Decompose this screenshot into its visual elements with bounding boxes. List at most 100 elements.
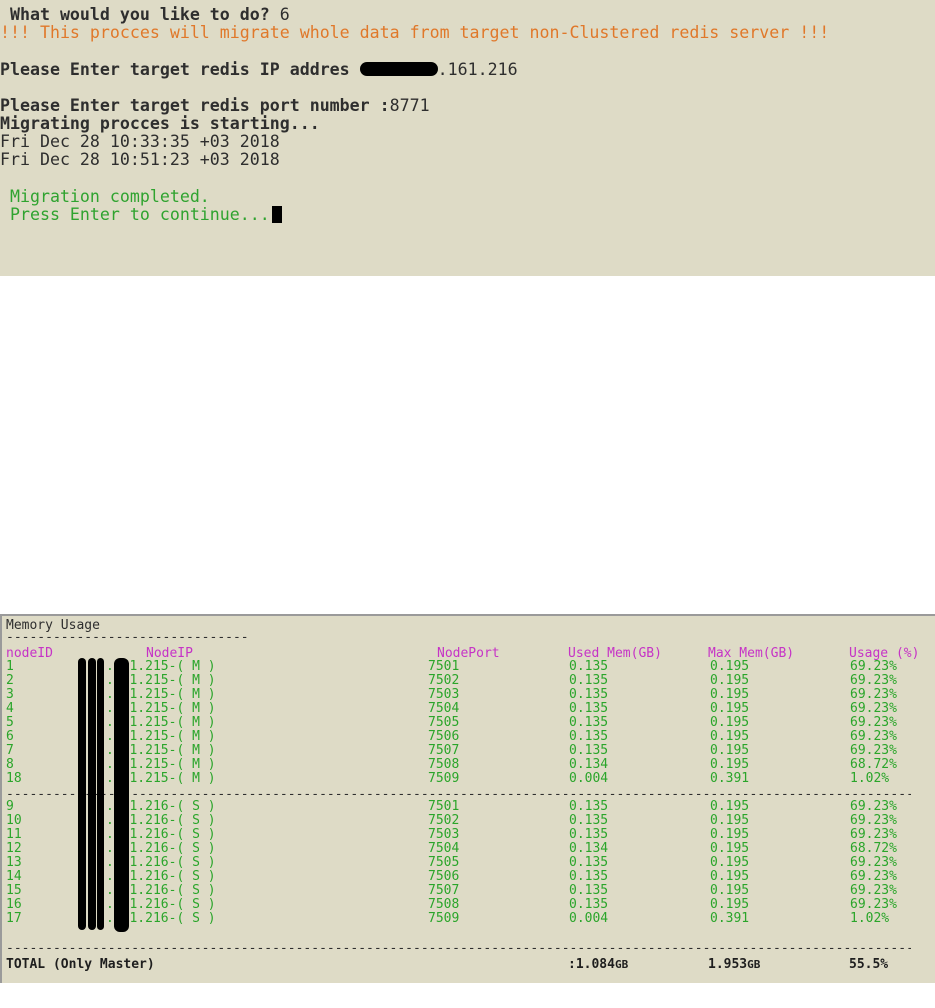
cell-port: 7503 [428,687,460,702]
cell-used: 0.135 [569,813,609,828]
cell-id: 6 [6,729,14,744]
redacted-ip-mark [359,62,438,76]
cell-id: 16 [6,897,22,912]
cell-max: 0.195 [710,897,750,912]
cell-port: 7507 [428,883,460,898]
migration-warning: !!! This procces will migrate whole data… [0,23,830,42]
cell-usage: 69.23% [850,729,897,744]
cell-id: 15 [6,883,22,898]
cell-port: 7506 [428,729,460,744]
cell-max: 0.195 [710,729,750,744]
cell-id: 12 [6,841,22,856]
total-used-unit: GB [614,958,629,971]
cell-usage: 69.23% [850,659,897,674]
total-usage: 55.5% [849,957,889,972]
cell-id: 7 [6,743,14,758]
cell-usage: 69.23% [850,687,897,702]
cell-id: 18 [6,771,22,786]
cell-id: 17 [6,911,22,926]
total-max: 1.953GB [708,958,760,972]
cell-id: 9 [6,799,14,814]
cell-usage: 69.23% [850,799,897,814]
cell-port: 7509 [428,911,460,926]
title-underline: ------------------------------- [6,630,249,645]
cell-id: 8 [6,757,14,772]
cell-id: 11 [6,827,22,842]
port-prompt-line: Please Enter target redis port number :8… [0,96,430,115]
cell-used: 0.135 [569,687,609,702]
cell-usage: 1.02% [850,911,890,926]
cell-port: 7502 [428,673,460,688]
redaction-bar [88,658,96,930]
cell-usage: 69.23% [850,673,897,688]
press-enter-line: Press Enter to continue... [0,205,282,224]
cell-id: 14 [6,869,22,884]
cell-port: 7505 [428,715,460,730]
cell-port: 7503 [428,827,460,842]
cell-id: 13 [6,855,22,870]
cell-port: 7508 [428,757,460,772]
cell-max: 0.195 [710,687,750,702]
cell-used: 0.004 [569,771,609,786]
cell-used: 0.135 [569,855,609,870]
total-max-value: 1.953 [708,957,748,972]
cell-used: 0.134 [569,757,609,772]
cell-usage: 69.23% [850,743,897,758]
cell-usage: 69.23% [850,869,897,884]
cell-max: 0.195 [710,827,750,842]
cell-used: 0.134 [569,841,609,856]
ip-suffix: .161.216 [437,60,518,79]
cell-used: 0.004 [569,911,609,926]
cell-port: 7502 [428,813,460,828]
port-prompt: Please Enter target redis port number : [0,96,390,115]
cell-id: 2 [6,673,14,688]
total-used-value: :1.084 [568,957,615,972]
cell-usage: 68.72% [850,757,897,772]
cell-used: 0.135 [569,897,609,912]
cell-port: 7501 [428,659,460,674]
cell-usage: 69.23% [850,715,897,730]
cell-max: 0.195 [710,883,750,898]
cell-port: 7505 [428,855,460,870]
cell-max: 0.195 [710,841,750,856]
menu-choice: 6 [279,5,290,24]
cell-usage: 69.23% [850,827,897,842]
cell-id: 4 [6,701,14,716]
cell-port: 7504 [428,841,460,856]
cell-used: 0.135 [569,799,609,814]
cell-max: 0.195 [710,813,750,828]
cell-max: 0.195 [710,673,750,688]
cell-used: 0.135 [569,701,609,716]
migration-starting: Migrating procces is starting... [0,114,320,133]
cell-usage: 68.72% [850,841,897,856]
migration-completed: Migration completed. [0,187,210,206]
ip-prompt-line: Please Enter target redis IP addres .161… [0,60,518,79]
cell-used: 0.135 [569,659,609,674]
cell-max: 0.195 [710,743,750,758]
cell-max: 0.195 [710,701,750,716]
cell-usage: 1.02% [850,771,890,786]
cell-port: 7506 [428,869,460,884]
migration-terminal[interactable]: What would you like to do? 6 !!! This pr… [0,0,935,276]
cell-usage: 69.23% [850,897,897,912]
total-label: TOTAL (Only Master) [6,957,155,972]
cell-id: 5 [6,715,14,730]
cell-max: 0.195 [710,799,750,814]
cell-used: 0.135 [569,827,609,842]
port-value: 8771 [389,96,430,115]
terminal-cursor [271,206,282,223]
cell-port: 7507 [428,743,460,758]
menu-prompt-line: What would you like to do? 6 [0,5,290,24]
cell-max: 0.195 [710,757,750,772]
memory-usage-terminal[interactable]: Memory Usage ---------------------------… [0,614,935,983]
cell-usage: 69.23% [850,813,897,828]
ip-prompt: Please Enter target redis IP addres [0,60,360,79]
cell-port: 7504 [428,701,460,716]
press-enter-text: Press Enter to continue... [0,205,270,224]
cell-used: 0.135 [569,883,609,898]
redaction-bar [114,658,129,932]
cell-port: 7508 [428,897,460,912]
cell-usage: 69.23% [850,883,897,898]
start-time: Fri Dec 28 10:33:35 +03 2018 [0,132,280,151]
cell-port: 7509 [428,771,460,786]
